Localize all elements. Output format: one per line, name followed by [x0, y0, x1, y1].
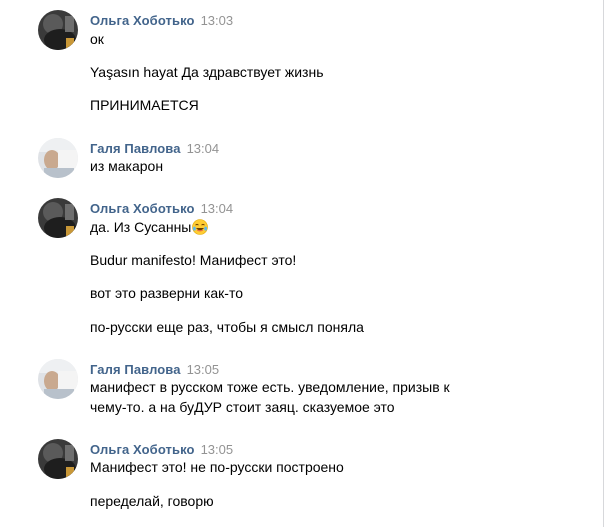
avatar-dark-photo	[38, 439, 78, 479]
message-text: вот это разверни как-то	[90, 285, 244, 301]
avatar-dark-photo	[38, 10, 78, 50]
message-text: ок	[90, 31, 104, 47]
author-name[interactable]: Ольга Хоботько	[90, 442, 195, 457]
message-text: Yaşasın hayat Да здравствует жизнь	[90, 64, 324, 80]
message-text: ПРИНИМАЕТСЯ	[90, 97, 199, 113]
scrollbar-divider	[603, 0, 604, 527]
message-header: Галя Павлова 13:04	[90, 140, 219, 156]
message-time[interactable]: 13:05	[187, 362, 220, 377]
avatar-light-photo	[38, 138, 78, 178]
laughing-tears-emoji-icon	[192, 219, 209, 235]
avatar-light-photo	[38, 359, 78, 399]
author-name[interactable]: Ольга Хоботько	[90, 201, 195, 216]
message-text: по-русски еще раз, чтобы я смысл поняла	[90, 319, 364, 335]
author-name[interactable]: Галя Павлова	[90, 141, 181, 156]
message-header: Ольга Хоботько 13:04	[90, 200, 233, 216]
message-text: Budur manifesto! Манифест это!	[90, 252, 297, 268]
message-time[interactable]: 13:03	[201, 13, 234, 28]
avatar[interactable]	[38, 198, 78, 238]
message-text-with-emoji: да. Из Сусанны	[90, 218, 209, 236]
author-name[interactable]: Галя Павлова	[90, 362, 181, 377]
avatar[interactable]	[38, 138, 78, 178]
message-text: из макарон	[90, 158, 164, 174]
avatar-dark-photo	[38, 198, 78, 238]
message-time[interactable]: 13:04	[187, 141, 220, 156]
message-text: Манифест это! не по-русски построено	[90, 459, 344, 475]
avatar[interactable]	[38, 359, 78, 399]
message-text: манифест в русском тоже есть. уведомлени…	[90, 379, 450, 395]
author-name[interactable]: Ольга Хоботько	[90, 13, 195, 28]
message-text: переделай, говорю	[90, 493, 214, 509]
message-text: чему-то. а на буДУР стоит заяц. сказуемо…	[90, 399, 395, 415]
message-header: Ольга Хоботько 13:03	[90, 12, 233, 28]
message-time[interactable]: 13:04	[201, 201, 234, 216]
avatar[interactable]	[38, 439, 78, 479]
avatar[interactable]	[38, 10, 78, 50]
message-time[interactable]: 13:05	[201, 442, 234, 457]
message-text: да. Из Сусанны	[90, 219, 192, 235]
message-header: Галя Павлова 13:05	[90, 361, 219, 377]
message-header: Ольга Хоботько 13:05	[90, 441, 233, 457]
